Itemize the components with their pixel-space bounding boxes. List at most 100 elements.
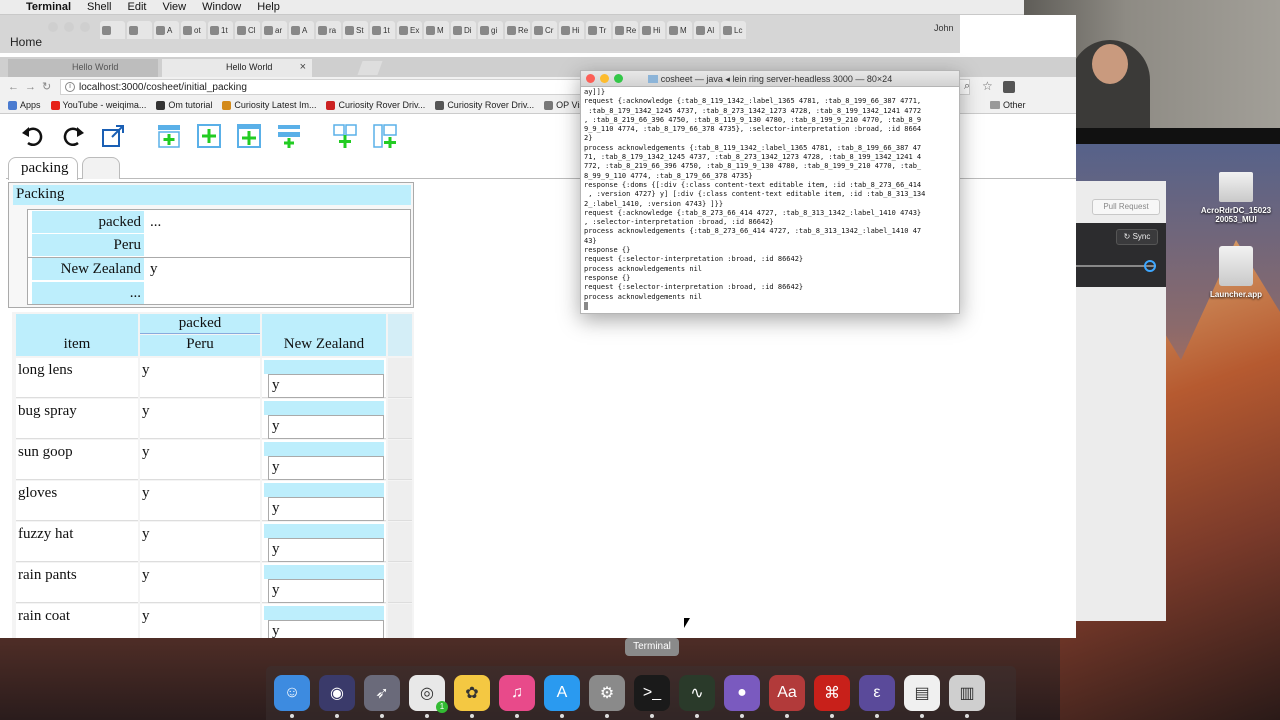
background-tab[interactable]: Lc [721, 21, 746, 39]
cell-peru[interactable]: y [140, 481, 260, 521]
launchpad-icon[interactable]: ➶ [364, 675, 400, 718]
packing-value[interactable] [148, 234, 410, 256]
cell-new-zealand-value[interactable]: y [268, 374, 384, 398]
tab-new-sheet[interactable] [82, 157, 120, 179]
menu-window[interactable]: Window [202, 1, 241, 13]
cell-new-zealand-value[interactable]: y [268, 456, 384, 480]
other-bookmarks[interactable]: Other [990, 100, 1026, 110]
delete-row-icon[interactable] [276, 123, 302, 149]
photos-icon[interactable]: ✿ [454, 675, 490, 718]
background-tab[interactable]: Re [613, 21, 638, 39]
finder-icon[interactable]: ☺ [274, 675, 310, 718]
bookmark-item[interactable]: YouTube - weiqima... [50, 100, 146, 110]
background-tab[interactable]: A [154, 21, 179, 39]
terminal-minimize-button[interactable] [600, 74, 609, 83]
background-tab[interactable]: Tr [586, 21, 611, 39]
background-tab[interactable]: Hi [640, 21, 665, 39]
packing-label-new-zealand[interactable]: New Zealand [32, 258, 144, 280]
background-tab[interactable]: 1t [370, 21, 395, 39]
add-column-left-icon[interactable] [332, 123, 358, 149]
terminal-titlebar[interactable]: cosheet — java ◂ lein ring server-headle… [581, 71, 959, 87]
background-tab[interactable]: M [667, 21, 692, 39]
background-tab[interactable] [127, 21, 152, 39]
add-row-below-icon[interactable] [236, 123, 262, 149]
packing-label-packed[interactable]: packed [32, 211, 144, 233]
background-tab[interactable]: ot [181, 21, 206, 39]
profile-name[interactable]: John [934, 23, 954, 33]
timeline-current-dot[interactable] [1144, 260, 1156, 272]
menu-view[interactable]: View [162, 1, 186, 13]
info-icon[interactable]: i [65, 82, 75, 92]
acrobat-icon[interactable]: ⌘ [814, 675, 850, 718]
cell-peru[interactable]: y [140, 358, 260, 398]
home-label[interactable]: Home [10, 35, 42, 49]
add-column-right-icon[interactable] [372, 123, 398, 149]
background-tab[interactable]: Re [505, 21, 530, 39]
bookmark-item[interactable]: Curiosity Rover Driv... [435, 100, 534, 110]
packing-value[interactable]: y [148, 258, 410, 280]
github-icon[interactable]: ● [724, 675, 760, 718]
cell-extra[interactable] [388, 522, 412, 562]
cell-new-zealand-value[interactable]: y [268, 415, 384, 439]
cell-item[interactable]: rain pants [16, 563, 138, 603]
menu-edit[interactable]: Edit [128, 1, 147, 13]
terminal-zoom-button[interactable] [614, 74, 623, 83]
terminal-output[interactable]: ay]]} request {:acknowledge {:tab_8_119_1… [584, 88, 958, 312]
cell-peru[interactable]: y [140, 604, 260, 638]
forward-icon[interactable]: → [25, 81, 42, 93]
system-preferences-icon[interactable]: ⚙ [589, 675, 625, 718]
cell-item[interactable]: long lens [16, 358, 138, 398]
bookmark-item[interactable]: Apps [8, 100, 41, 110]
back-icon[interactable]: ← [8, 81, 25, 93]
background-tab[interactable]: ra [316, 21, 341, 39]
cell-extra[interactable] [388, 358, 412, 398]
tab-hello-world-2[interactable]: Hello World × [162, 59, 312, 77]
menu-app-name[interactable]: Terminal [26, 1, 71, 13]
cell-new-zealand-value[interactable]: y [268, 620, 384, 638]
minimize-window-button[interactable] [64, 22, 74, 32]
sync-button[interactable]: ↻ Sync [1116, 229, 1158, 245]
extension-icon[interactable] [1003, 81, 1015, 93]
background-tab[interactable]: Cr [532, 21, 557, 39]
menu-help[interactable]: Help [257, 1, 280, 13]
background-tab[interactable]: gi [478, 21, 503, 39]
close-tab-icon[interactable]: × [300, 61, 306, 73]
undo-icon[interactable] [20, 123, 46, 149]
packing-value[interactable]: ... [148, 211, 410, 233]
background-tab[interactable]: ar [262, 21, 287, 39]
cell-item[interactable]: gloves [16, 481, 138, 521]
column-header-extra[interactable] [388, 314, 412, 356]
zoom-icon[interactable]: ⌕ [964, 80, 970, 93]
siri-icon[interactable]: ◉ [319, 675, 355, 718]
reload-icon[interactable]: ↻ [42, 81, 57, 93]
background-tab[interactable] [100, 21, 125, 39]
cell-extra[interactable] [388, 481, 412, 521]
cell-new-zealand-value[interactable]: y [268, 497, 384, 521]
chrome-icon[interactable]: ◎ 1 [409, 675, 448, 718]
cell-item[interactable]: fuzzy hat [16, 522, 138, 562]
add-row-icon[interactable] [196, 123, 222, 149]
cell-peru[interactable]: y [140, 440, 260, 480]
tab-packing[interactable]: packing [8, 157, 78, 180]
menu-shell[interactable]: Shell [87, 1, 111, 13]
desktop-icon-acrobat-installer[interactable]: AcroRdrDC_15023 20053_MUI [1186, 172, 1280, 224]
itunes-icon[interactable]: ♫ [499, 675, 535, 718]
background-tab[interactable]: St [343, 21, 368, 39]
app-store-icon[interactable]: A [544, 675, 580, 718]
bookmark-item[interactable]: Om tutorial [156, 100, 212, 110]
packing-label-peru[interactable]: Peru [32, 234, 144, 256]
cell-peru[interactable]: y [140, 522, 260, 562]
background-tab[interactable]: Hi [559, 21, 584, 39]
cell-new-zealand-value[interactable]: y [268, 538, 384, 562]
new-tab-button[interactable] [357, 61, 383, 75]
cell-extra[interactable] [388, 563, 412, 603]
packing-label-more[interactable]: ... [32, 282, 144, 304]
desktop-icon-launcher[interactable]: Launcher.app [1186, 246, 1280, 299]
bookmark-star-icon[interactable]: ☆ [982, 79, 993, 93]
terminal-icon[interactable]: >_ [634, 675, 670, 718]
cell-new-zealand-value[interactable]: y [268, 579, 384, 603]
tab-hello-world-1[interactable]: Hello World [8, 59, 158, 77]
background-tab[interactable]: Al [694, 21, 719, 39]
cell-peru[interactable]: y [140, 563, 260, 603]
terminal-window[interactable]: cosheet — java ◂ lein ring server-headle… [580, 70, 960, 314]
